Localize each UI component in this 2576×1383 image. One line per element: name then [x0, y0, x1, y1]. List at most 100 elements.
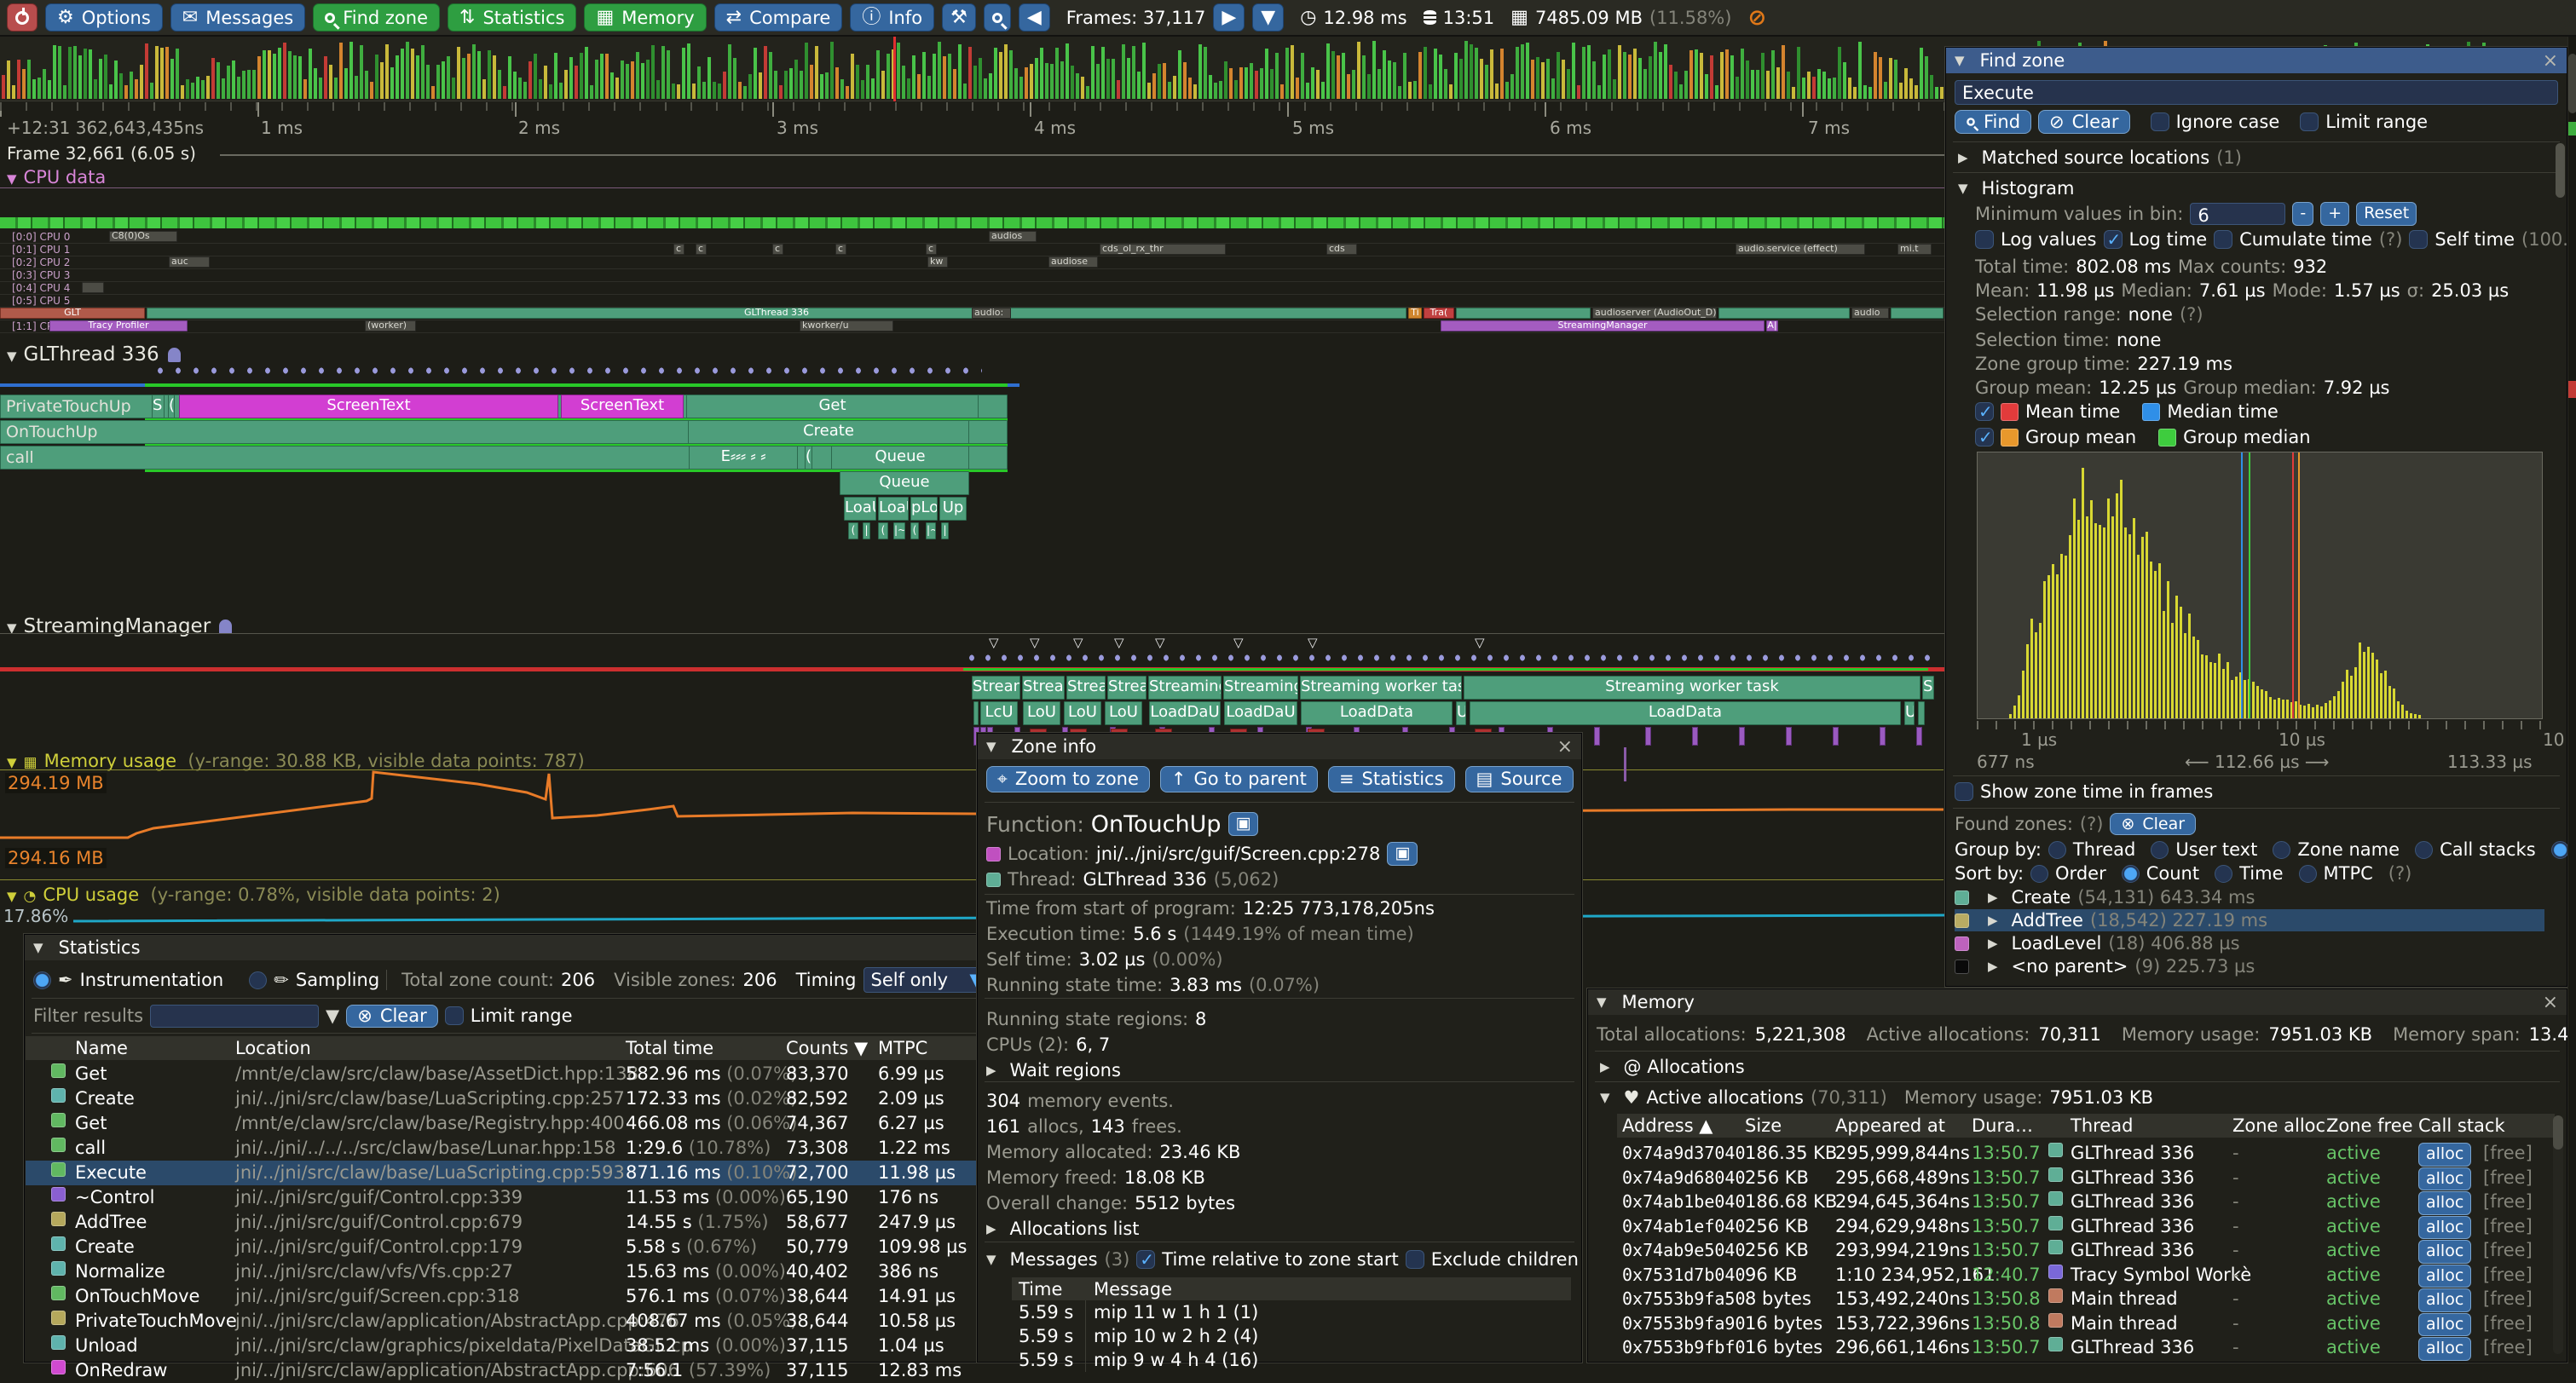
find-zone-histogram[interactable]: [1977, 452, 2543, 719]
decrease-button[interactable]: -: [2292, 202, 2313, 226]
log-time-checkbox[interactable]: [2104, 230, 2123, 249]
prev-frame-button[interactable]: ◀: [1019, 3, 1050, 32]
find-zone-query-input[interactable]: Execute: [1955, 80, 2558, 105]
zone-bar[interactable]: (: [878, 522, 888, 539]
go-to-parent-button[interactable]: ↑Go to parent: [1160, 766, 1318, 792]
radio-parent[interactable]: [2551, 841, 2569, 859]
table-row[interactable]: 0x7553b9fa9016 bytes153,722,396ns13:50.8…: [1617, 1311, 2558, 1335]
table-row[interactable]: 0x7531d7b04096 KB1:10 234,952,16112:40.7…: [1617, 1263, 2558, 1287]
zone-bar[interactable]: [82, 282, 104, 293]
radio-order[interactable]: [2030, 865, 2048, 883]
power-button[interactable]: [7, 3, 38, 32]
alloc-callstack-button[interactable]: alloc: [2418, 1240, 2471, 1264]
matched-source-locations[interactable]: ▶Matched source locations(1): [1958, 147, 2242, 169]
alloc-callstack-button[interactable]: alloc: [2418, 1143, 2471, 1167]
sampling-radio[interactable]: [249, 971, 267, 989]
find-zone-titlebar[interactable]: ▼Find zone×: [1946, 48, 2567, 73]
zone-bar[interactable]: Streaming worker tas: [1300, 676, 1462, 700]
zone-bar[interactable]: [1718, 308, 1850, 319]
zone-bar[interactable]: audios: [989, 231, 1037, 242]
zone-bar[interactable]: (: [805, 446, 812, 470]
zone-bar[interactable]: S(: [1922, 676, 1934, 700]
message-row[interactable]: 5.59 smip 9 w 4 h 4 (16): [1012, 1348, 1571, 1372]
zone-bar[interactable]: LoadDaU: [1224, 701, 1297, 725]
alloc-callstack-button[interactable]: alloc: [2418, 1191, 2471, 1215]
streamingmanager-header[interactable]: ▼StreamingManager: [7, 615, 232, 637]
histogram-section-header[interactable]: ▼Histogram: [1958, 177, 2074, 199]
zone-bar[interactable]: [1918, 701, 1925, 725]
zone-bar[interactable]: Ti: [1408, 308, 1422, 319]
messages-table-header[interactable]: TimeMessage: [1012, 1277, 1571, 1300]
zone-bar[interactable]: Streaming: [1148, 676, 1222, 700]
zone-bar[interactable]: Queue: [840, 471, 969, 495]
zone-bar[interactable]: |: [941, 522, 949, 539]
table-row[interactable]: Get/mnt/e/claw/src/claw/base/Registry.hp…: [26, 1111, 1002, 1136]
column-header[interactable]: Size: [1745, 1115, 1782, 1136]
zone-bar[interactable]: LoU: [1023, 701, 1060, 725]
column-header[interactable]: MTPC: [878, 1038, 927, 1058]
table-row[interactable]: PrivateTouchMovejni/../jni/src/claw/appl…: [26, 1309, 1002, 1334]
zone-bar[interactable]: [1891, 308, 1944, 319]
zone-bar[interactable]: LcU: [980, 701, 1018, 725]
legend-checkbox[interactable]: [1975, 402, 1994, 421]
radio-thread[interactable]: [2048, 841, 2066, 859]
zone-bar[interactable]: ScreenText: [179, 395, 558, 418]
zone-bar[interactable]: audioserver (AudioOut_D): [1592, 308, 1717, 319]
zone-bar[interactable]: Create: [688, 420, 969, 444]
find-button[interactable]: Find: [1955, 110, 2031, 134]
filter-input[interactable]: [150, 1005, 319, 1028]
zone-bar[interactable]: A|: [1766, 320, 1778, 331]
zone-bar[interactable]: |~: [893, 522, 905, 539]
zone-bar[interactable]: Queue: [831, 446, 969, 470]
zone-bar[interactable]: ScreenText: [561, 395, 684, 418]
stats-limit-range-checkbox[interactable]: [445, 1006, 464, 1025]
zone-bar[interactable]: c: [673, 244, 684, 255]
find-zone-button[interactable]: Find zone: [313, 3, 440, 32]
zone-bar[interactable]: c: [926, 244, 937, 255]
zone-bar[interactable]: audio.service (effect): [1736, 244, 1865, 255]
radio-time[interactable]: [2215, 865, 2232, 883]
found-zone-row[interactable]: ▶Create(54,131) 643.34 ms: [1955, 886, 2544, 908]
zone-bar[interactable]: LoadDaU: [1149, 701, 1221, 725]
zone-bar[interactable]: c: [772, 244, 783, 255]
options-button[interactable]: ⚙Options: [45, 3, 163, 32]
radio-user-text[interactable]: [2151, 841, 2169, 859]
log-values-checkbox[interactable]: [1975, 230, 1994, 249]
alloc-callstack-button[interactable]: alloc: [2418, 1337, 2471, 1361]
zone-bar[interactable]: cds_ol_rx_thr: [1100, 244, 1226, 255]
column-header[interactable]: Total time: [626, 1038, 713, 1058]
zone-bar[interactable]: c: [696, 244, 707, 255]
zone-bar[interactable]: Tracy Profiler: [49, 320, 188, 331]
frame-dropdown-button[interactable]: ▼: [1252, 3, 1284, 32]
time-relative-checkbox[interactable]: [1136, 1250, 1155, 1269]
zone-bar[interactable]: StreamingManager: [1441, 320, 1765, 331]
table-row[interactable]: Createjni/../jni/src/claw/base/LuaScript…: [26, 1086, 1002, 1111]
reset-button[interactable]: Reset: [2356, 202, 2417, 226]
table-row[interactable]: 0x74ab1be040186.68 KB294,645,364ns13:50.…: [1617, 1190, 2558, 1213]
cpu-data-header[interactable]: ▼CPU data: [7, 167, 106, 187]
zone-bar[interactable]: LoU: [1105, 701, 1142, 725]
main-scrollbar[interactable]: [2567, 37, 2576, 1363]
zone-bar[interactable]: Get: [686, 395, 979, 418]
funnel-icon[interactable]: ▼: [326, 1006, 339, 1026]
column-header[interactable]: Counts ▼: [786, 1038, 868, 1058]
alloc-callstack-button[interactable]: alloc: [2418, 1288, 2471, 1312]
table-row[interactable]: Createjni/../jni/src/guif/Control.cpp:17…: [26, 1235, 1002, 1259]
table-row[interactable]: 0x7553b9fa508 bytes153,492,240ns13:50.8M…: [1617, 1287, 2558, 1311]
zone-bar[interactable]: (: [910, 522, 919, 539]
zone-bar[interactable]: Strean: [972, 676, 1020, 700]
zone-bar[interactable]: cds: [1326, 244, 1357, 255]
table-row[interactable]: Unloadjni/../jni/src/claw/graphics/pixel…: [26, 1334, 1002, 1358]
alloc-callstack-button[interactable]: alloc: [2418, 1265, 2471, 1288]
table-row[interactable]: 0x74ab1ef040256 KB294,629,948ns13:50.7GL…: [1617, 1214, 2558, 1238]
zone-bar[interactable]: LoU: [1064, 701, 1101, 725]
zone-bar[interactable]: audio:: [972, 308, 1011, 319]
message-row[interactable]: 5.59 smip 10 w 2 h 2 (4): [1012, 1324, 1571, 1348]
zone-bar[interactable]: pLo: [910, 497, 938, 521]
zone-bar[interactable]: [1456, 308, 1591, 319]
table-row[interactable]: AddTreejni/../jni/src/guif/Control.cpp:6…: [26, 1210, 1002, 1235]
zone-bar[interactable]: kw: [927, 256, 948, 268]
table-row[interactable]: Executejni/../jni/src/claw/base/LuaScrip…: [26, 1161, 1002, 1185]
table-row[interactable]: 0x7553b9fbf016 bytes296,661,146ns13:50.7…: [1617, 1335, 2558, 1359]
compare-button[interactable]: ⇄Compare: [714, 3, 843, 32]
